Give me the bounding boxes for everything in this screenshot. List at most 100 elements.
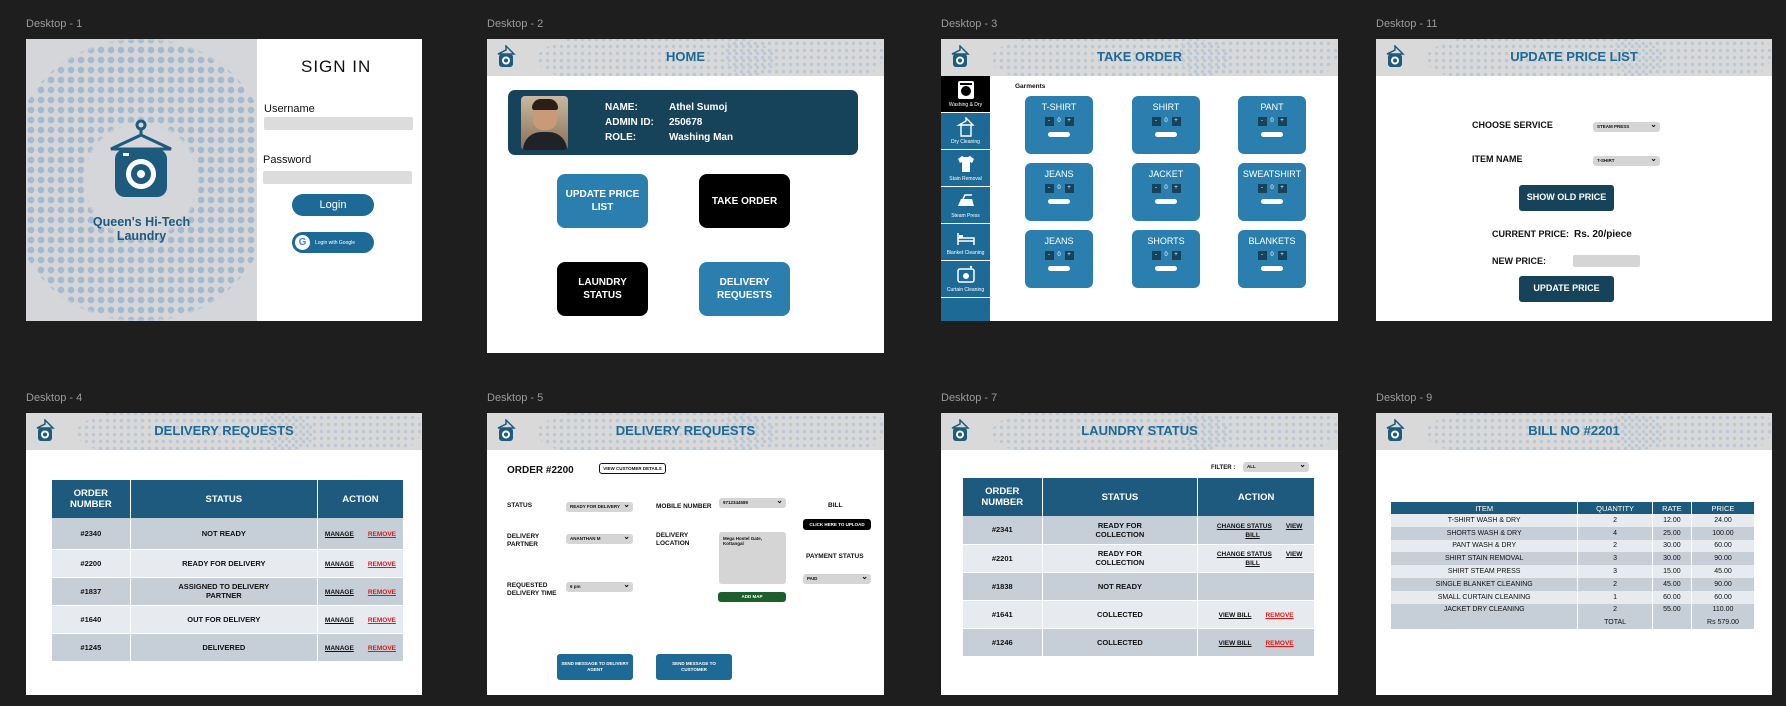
add-button[interactable] (1048, 199, 1070, 204)
filter-select[interactable]: ALL (1243, 460, 1309, 472)
username-input[interactable] (264, 117, 413, 130)
plus-button[interactable]: + (1171, 117, 1181, 126)
add-button[interactable] (1048, 266, 1070, 271)
remove-link[interactable]: REMOVE (368, 589, 396, 596)
garment-card[interactable]: JEANS -0 + (1025, 163, 1093, 221)
bill-cell: 2 (1577, 514, 1653, 527)
plus-button[interactable]: + (1064, 117, 1074, 126)
quantity-stepper[interactable]: -0 + (1044, 117, 1074, 126)
password-input[interactable] (263, 171, 412, 184)
take-order-button[interactable]: TAKE ORDER (699, 174, 790, 228)
sidebar-item-steam-press[interactable]: Steam Press (941, 187, 990, 224)
plus-button[interactable]: + (1277, 184, 1287, 193)
add-button[interactable] (1155, 199, 1177, 204)
plus-button[interactable]: + (1064, 251, 1074, 260)
time-select[interactable]: 6 pm (566, 580, 633, 592)
add-button[interactable] (1261, 199, 1283, 204)
garment-card[interactable]: SHIRT -0 + (1132, 96, 1200, 154)
bill-cell: 45.00 (1691, 565, 1756, 578)
garment-card[interactable]: SHORTS -0 + (1132, 230, 1200, 288)
sidebar-item-stain-removal[interactable]: Stain Removal (941, 150, 990, 187)
minus-button[interactable]: - (1151, 117, 1161, 126)
remove-link[interactable]: REMOVE (368, 645, 396, 652)
quantity-stepper[interactable]: -0 + (1257, 184, 1287, 193)
mobile-field[interactable]: 9712344589 (719, 496, 786, 508)
quantity-stepper[interactable]: -0 + (1257, 251, 1287, 260)
garment-card[interactable]: JEANS -0 + (1025, 230, 1093, 288)
manage-link[interactable]: MANAGE (325, 589, 354, 596)
update-price-list-button[interactable]: UPDATE PRICE LIST (557, 174, 648, 228)
sidebar-item-blanket[interactable]: Blanket Cleaning (941, 224, 990, 261)
item-select[interactable]: T-SHIRT (1593, 154, 1660, 166)
minus-button[interactable]: - (1257, 251, 1267, 260)
status-select[interactable]: READY FOR DELIVERY (566, 500, 633, 512)
sidebar-item-dry-cleaning[interactable]: Dry Cleaning (941, 113, 990, 150)
add-button[interactable] (1261, 132, 1283, 137)
garment-card[interactable]: JACKET -0 + (1132, 163, 1200, 221)
manage-link[interactable]: MANAGE (325, 645, 354, 652)
garment-card[interactable]: PANT -0 + (1238, 96, 1306, 154)
login-button[interactable]: Login (292, 194, 374, 216)
remove-link[interactable]: REMOVE (368, 617, 396, 624)
google-login-button[interactable]: G Login with Google (292, 232, 374, 253)
change-status-link[interactable]: CHANGE STATUS (1217, 551, 1272, 558)
new-price-input[interactable] (1573, 255, 1640, 267)
plus-button[interactable]: + (1277, 117, 1287, 126)
minus-button[interactable]: - (1151, 184, 1161, 193)
manage-link[interactable]: MANAGE (325, 617, 354, 624)
upload-bill-button[interactable]: CLICK HERE TO UPLOAD (803, 519, 871, 530)
manage-link[interactable]: MANAGE (325, 531, 354, 538)
add-button[interactable] (1261, 266, 1283, 271)
quantity-stepper[interactable]: -0 + (1151, 117, 1181, 126)
location-field[interactable]: Mega Hostel Gate, Kottangal (719, 532, 786, 584)
minus-button[interactable]: - (1257, 184, 1267, 193)
remove-link[interactable]: REMOVE (1265, 612, 1293, 619)
view-bill-link[interactable]: VIEW BILL (1219, 612, 1252, 619)
service-select[interactable]: STEAM PRESS (1593, 120, 1660, 132)
minus-button[interactable]: - (1044, 184, 1054, 193)
garment-card[interactable]: BLANKETS -0 + (1238, 230, 1306, 288)
sidebar-item-label: Blanket Cleaning (946, 250, 985, 256)
table-row: #2200 READY FOR DELIVERY MANAGE REMOVE (52, 549, 405, 578)
add-button[interactable] (1048, 132, 1070, 137)
quantity-stepper[interactable]: -0 + (1044, 251, 1074, 260)
view-bill-link[interactable]: VIEW BILL (1219, 640, 1252, 647)
remove-link[interactable]: REMOVE (368, 561, 396, 568)
remove-link[interactable]: REMOVE (368, 531, 396, 538)
add-button[interactable] (1155, 266, 1177, 271)
add-button[interactable] (1155, 132, 1177, 137)
quantity-stepper[interactable]: -0 + (1151, 251, 1181, 260)
table-row: #1838 NOT READY (963, 572, 1315, 601)
show-old-price-button[interactable]: SHOW OLD PRICE (1519, 185, 1614, 211)
view-customer-button[interactable]: VIEW CUSTOMER DETAILS (599, 463, 666, 474)
garment-card[interactable]: T-SHIRT -0 + (1025, 96, 1093, 154)
plus-button[interactable]: + (1171, 184, 1181, 193)
sidebar-item-washing[interactable]: Washing & Dry (941, 76, 990, 113)
plus-button[interactable]: + (1064, 184, 1074, 193)
partner-select[interactable]: ANANTHAN M (566, 532, 633, 544)
update-price-button[interactable]: UPDATE PRICE (1519, 276, 1614, 302)
minus-button[interactable]: - (1151, 251, 1161, 260)
remove-link[interactable]: REMOVE (1265, 640, 1293, 647)
message-agent-button[interactable]: SEND MESSAGE TO DELIVERY AGENT (557, 654, 633, 680)
order-number: #2200 (52, 549, 131, 578)
quantity-stepper[interactable]: -0 + (1044, 184, 1074, 193)
minus-button[interactable]: - (1257, 117, 1267, 126)
message-customer-button[interactable]: SEND MESSAGE TO CUSTOMER (656, 654, 732, 680)
plus-button[interactable]: + (1277, 251, 1287, 260)
frame-label: Desktop - 7 (941, 392, 998, 404)
plus-button[interactable]: + (1171, 251, 1181, 260)
sidebar-item-label: Washing & Dry (948, 102, 983, 108)
laundry-status-button[interactable]: LAUNDRY STATUS (557, 262, 648, 316)
sidebar-item-curtain[interactable]: Curtain Cleaning (941, 261, 990, 298)
minus-button[interactable]: - (1044, 117, 1054, 126)
quantity-stepper[interactable]: -0 + (1257, 117, 1287, 126)
change-status-link[interactable]: CHANGE STATUS (1217, 523, 1272, 530)
delivery-requests-button[interactable]: DELIVERY REQUESTS (699, 262, 790, 316)
payment-select[interactable]: PAID (803, 572, 871, 584)
garment-card[interactable]: SWEATSHIRT -0 + (1238, 163, 1306, 221)
minus-button[interactable]: - (1044, 251, 1054, 260)
add-map-button[interactable]: ADD MAP (718, 592, 786, 602)
manage-link[interactable]: MANAGE (325, 561, 354, 568)
quantity-stepper[interactable]: -0 + (1151, 184, 1181, 193)
